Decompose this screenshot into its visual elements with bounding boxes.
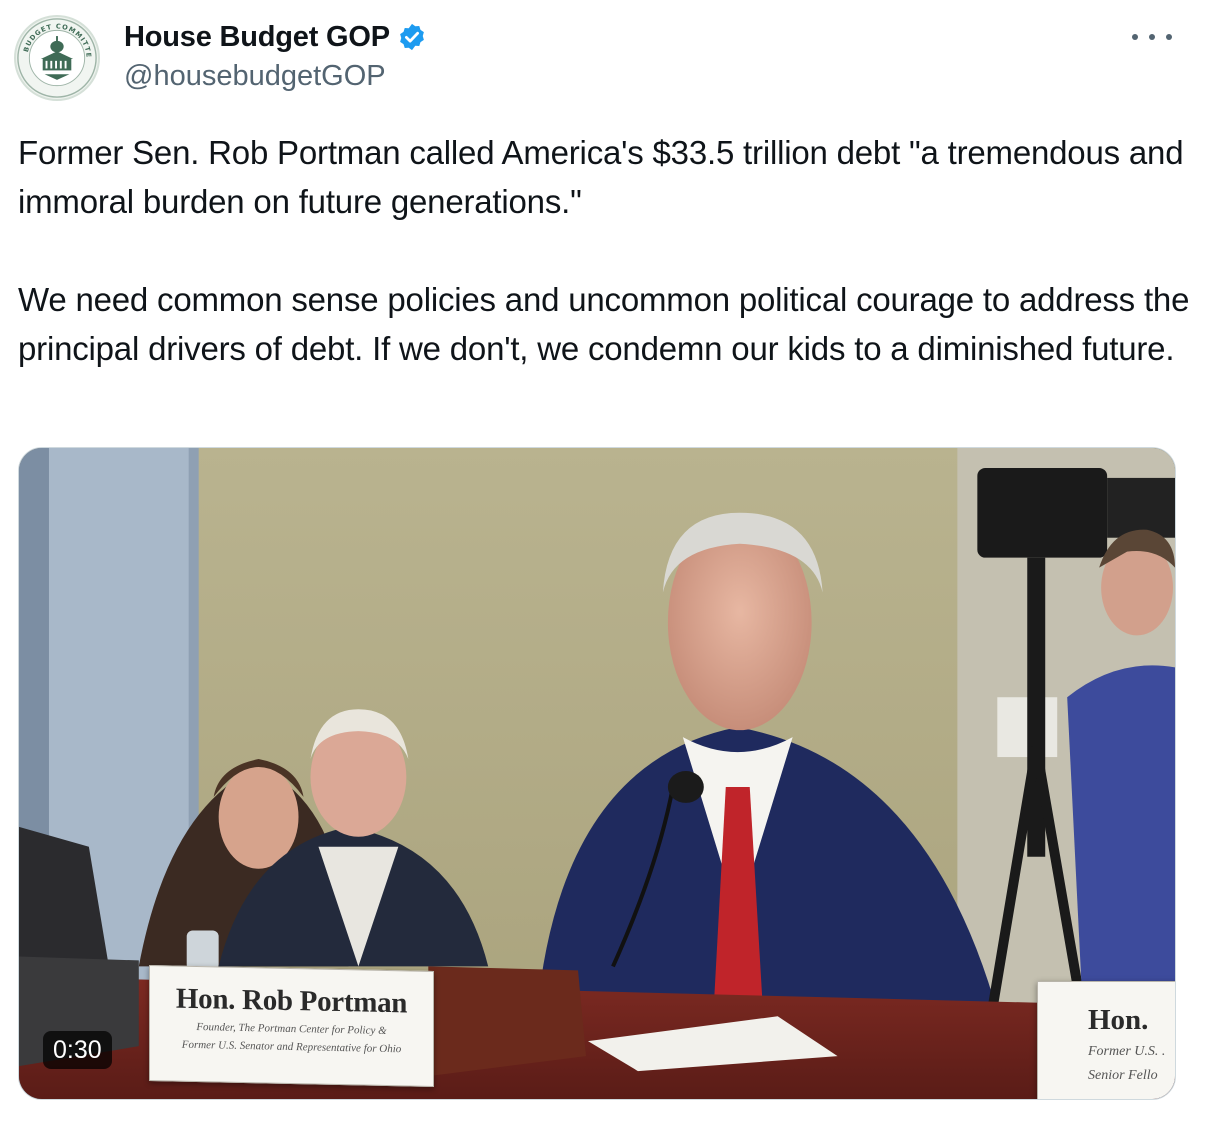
nameplate-subtitle: Former U.S. Senator and Representative f… [181, 1038, 402, 1056]
nameplate-subtitle: Senior Fello [1088, 1068, 1158, 1083]
avatar[interactable]: BUDGET COMMITTEE [14, 15, 100, 101]
nameplate-subtitle: Former U.S. . [1088, 1044, 1166, 1059]
verified-badge-icon[interactable] [397, 22, 427, 52]
more-options-button[interactable] [1132, 22, 1172, 52]
more-horizontal-icon [1166, 34, 1172, 40]
author-handle[interactable]: @housebudgetGOP [124, 60, 427, 93]
tweet-header: House Budget GOP @housebudgetGOP [124, 18, 427, 93]
more-horizontal-icon [1149, 34, 1155, 40]
nameplate-subtitle: Founder, The Portman Center for Policy & [196, 1021, 387, 1037]
budget-committee-seal-icon: BUDGET COMMITTEE [16, 17, 97, 98]
nameplate-rob-portman: Hon. Rob Portman Founder, The Portman Ce… [149, 965, 434, 1087]
tweet-paragraph: We need common sense policies and uncomm… [18, 281, 1199, 367]
tweet-text: Former Sen. Rob Portman called America's… [18, 128, 1198, 373]
tweet-paragraph: Former Sen. Rob Portman called America's… [18, 134, 1193, 220]
more-horizontal-icon [1132, 34, 1138, 40]
author-display-name[interactable]: House Budget GOP [124, 21, 390, 54]
nameplate-name: Hon. Rob Portman [175, 982, 408, 1020]
video-player[interactable]: Hon. Rob Portman Founder, The Portman Ce… [18, 447, 1176, 1100]
tweet-card: BUDGET COMMITTEE House Budget GOP @ho [0, 0, 1210, 1130]
nameplate-name: Hon. [1088, 1004, 1149, 1036]
video-duration-badge: 0:30 [43, 1031, 112, 1069]
nameplate-right: Hon. Former U.S. . Senior Fello [1037, 981, 1175, 1099]
name-row: House Budget GOP [124, 18, 427, 56]
